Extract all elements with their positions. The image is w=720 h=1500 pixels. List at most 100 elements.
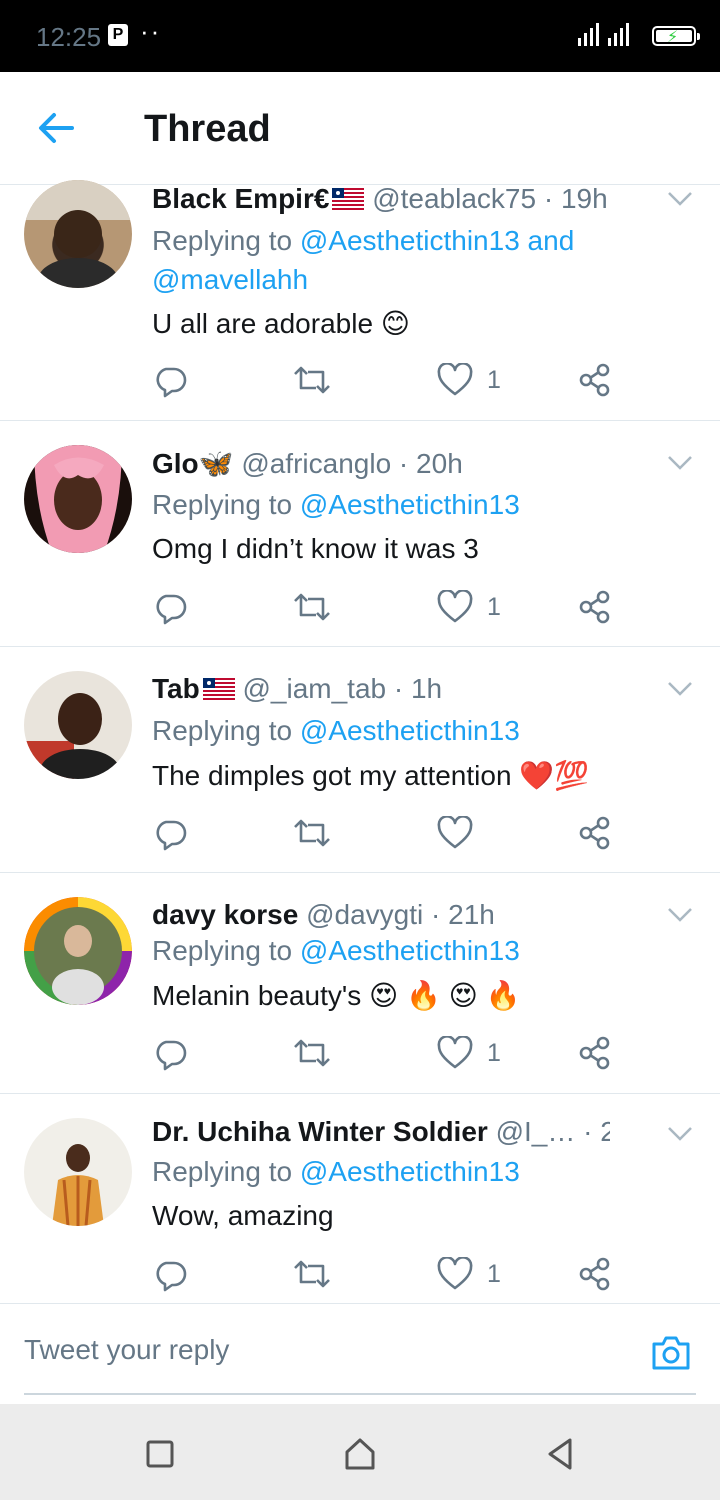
timestamp[interactable]: 19h — [561, 183, 608, 214]
mention-link[interactable]: @Aestheticthin13 — [300, 715, 520, 746]
camera-icon[interactable] — [650, 1334, 692, 1372]
mention-link[interactable]: @Aestheticthin13 — [300, 935, 520, 966]
handle[interactable]: @I_… — [496, 1116, 576, 1147]
tweet-text: The dimples got my attention ❤️💯 — [152, 760, 590, 791]
avatar[interactable] — [24, 671, 132, 779]
input-underline — [24, 1393, 696, 1395]
retweet-button[interactable] — [292, 360, 332, 400]
share-button[interactable] — [578, 1033, 612, 1073]
thread-header: Thread — [0, 72, 720, 185]
like-button[interactable]: 1 — [437, 1254, 501, 1294]
avatar[interactable] — [24, 180, 132, 288]
system-nav-bar — [0, 1404, 720, 1500]
retweet-button[interactable] — [292, 1033, 332, 1073]
status-time: 12:25 — [36, 22, 102, 52]
display-name[interactable]: Black Empir€ — [152, 183, 329, 214]
like-icon — [437, 590, 473, 623]
share-button[interactable] — [578, 1254, 612, 1294]
caret-down-icon[interactable] — [666, 453, 694, 473]
signal-icon — [578, 23, 629, 46]
avatar[interactable] — [24, 897, 132, 1005]
retweet-icon — [294, 593, 330, 621]
reply-tweet[interactable]: Glo🦋 @africanglo · 20h Replying to @Aest… — [0, 421, 720, 647]
reply-icon — [156, 1261, 187, 1292]
caret-down-icon[interactable] — [666, 905, 694, 925]
timestamp[interactable]: 1h — [411, 673, 442, 704]
battery-icon: ⚡ — [652, 26, 700, 46]
mention-link[interactable]: @Aestheticthin13 — [300, 225, 520, 256]
reply-button[interactable] — [152, 1254, 188, 1294]
share-button[interactable] — [578, 587, 612, 627]
tweet-text: Wow, amazing — [152, 1200, 334, 1231]
handle[interactable]: @teablack75 — [372, 183, 536, 214]
like-button[interactable] — [437, 813, 487, 853]
back-arrow-icon[interactable] — [36, 110, 76, 146]
mention-link[interactable]: @mavellahh — [152, 264, 308, 295]
reply-button[interactable] — [152, 360, 188, 400]
retweet-icon — [294, 366, 330, 394]
share-icon — [579, 1257, 610, 1291]
like-count: 1 — [487, 1259, 501, 1288]
tweet-actions: 1 — [152, 1254, 622, 1294]
reply-input[interactable] — [24, 1330, 624, 1370]
reply-tweet[interactable]: Black Empir€ @teablack75 · 19h Replying … — [0, 180, 720, 421]
mention-link[interactable]: @Aestheticthin13 — [300, 1156, 520, 1187]
reply-tweet[interactable]: Dr. Uchiha Winter Soldier @I_… · 2h Repl… — [0, 1094, 720, 1302]
caret-down-icon[interactable] — [666, 1124, 694, 1144]
caret-down-icon[interactable] — [666, 189, 694, 209]
separator: · — [536, 183, 561, 214]
tweet-actions: 1 — [152, 1033, 622, 1073]
reply-button[interactable] — [152, 587, 188, 627]
nav-back-icon[interactable] — [540, 1434, 580, 1474]
like-button[interactable]: 1 — [437, 587, 501, 627]
tweet-actions — [152, 813, 622, 853]
share-button[interactable] — [578, 813, 612, 853]
display-name[interactable]: Dr. Uchiha Winter Soldier — [152, 1116, 496, 1147]
timestamp[interactable]: 21h — [448, 899, 495, 930]
avatar[interactable] — [24, 1118, 132, 1226]
display-name[interactable]: davy korse — [152, 899, 298, 930]
reply-icon — [156, 367, 187, 398]
reply-button[interactable] — [152, 1033, 188, 1073]
nav-recents-icon[interactable] — [140, 1434, 180, 1474]
replying-to: Replying to @Aestheticthin13 and @mavell… — [152, 225, 575, 295]
display-name[interactable]: Tab — [152, 673, 200, 704]
share-button[interactable] — [578, 360, 612, 400]
page-title: Thread — [144, 108, 271, 150]
like-count: 1 — [487, 592, 501, 621]
nav-home-icon[interactable] — [340, 1434, 380, 1474]
display-name[interactable]: Glo🦋 — [152, 448, 234, 479]
like-icon — [437, 363, 473, 396]
retweet-button[interactable] — [292, 587, 332, 627]
handle[interactable]: @_iam_tab — [242, 673, 386, 704]
share-icon — [579, 1036, 610, 1070]
notification-badge: P — [108, 24, 128, 46]
caret-down-icon[interactable] — [666, 679, 694, 699]
like-button[interactable]: 1 — [437, 360, 501, 400]
retweet-button[interactable] — [292, 1254, 332, 1294]
reply-button[interactable] — [152, 813, 188, 853]
replying-to: Replying to @Aestheticthin13 — [152, 1156, 520, 1187]
share-icon — [579, 816, 610, 850]
timestamp[interactable]: 20h — [416, 448, 463, 479]
handle[interactable]: @africanglo — [241, 448, 391, 479]
tweet-actions: 1 — [152, 360, 622, 400]
reply-tweet[interactable]: davy korse @davygti · 21h Replying to @A… — [0, 873, 720, 1094]
like-count: 1 — [487, 1038, 501, 1067]
replying-to: Replying to @Aestheticthin13 — [152, 935, 520, 966]
like-button[interactable]: 1 — [437, 1033, 501, 1073]
replying-to: Replying to @Aestheticthin13 — [152, 489, 520, 520]
separator: · — [391, 448, 417, 479]
mention-link[interactable]: @Aestheticthin13 — [300, 489, 520, 520]
reply-icon — [156, 820, 187, 851]
handle[interactable]: @davygti — [306, 899, 423, 930]
replying-to: Replying to @Aestheticthin13 — [152, 715, 520, 746]
reply-tweet[interactable]: Tab @_iam_tab · 1h Replying to @Aestheti… — [0, 647, 720, 873]
status-dots: ·· — [140, 16, 162, 46]
avatar[interactable] — [24, 445, 132, 553]
timestamp[interactable]: 2h — [600, 1116, 610, 1147]
like-count: 1 — [487, 365, 501, 394]
like-icon — [437, 816, 473, 849]
separator: · — [386, 673, 411, 704]
retweet-button[interactable] — [292, 813, 332, 853]
